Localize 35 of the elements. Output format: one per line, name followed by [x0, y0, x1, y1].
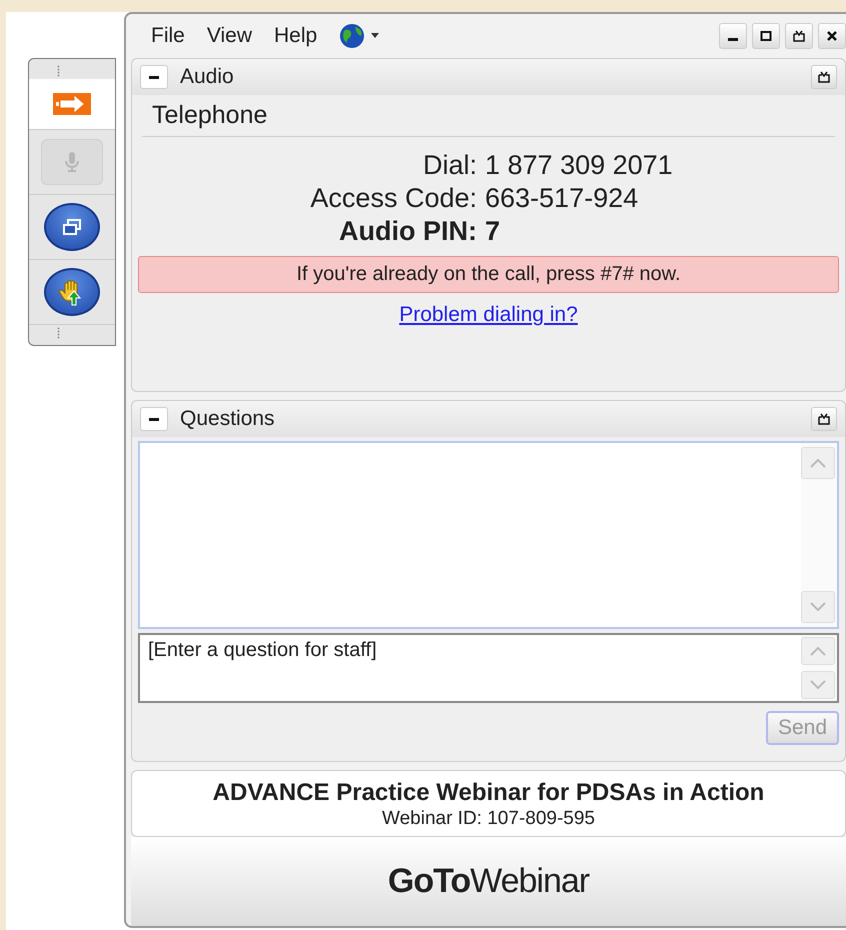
chevron-down-icon	[809, 602, 827, 612]
detail-label: Audio PIN:	[338, 215, 477, 248]
undock-button[interactable]	[811, 65, 837, 89]
panel-title: Questions	[180, 407, 275, 431]
notice-banner: If you're already on the call, press #7# now.	[138, 256, 839, 293]
collapse-button[interactable]	[140, 407, 168, 431]
chevron-up-icon	[809, 646, 827, 656]
detail-value: 7	[485, 215, 502, 248]
webinar-id: Webinar ID: 107-809-595	[381, 808, 596, 830]
detail-value: 1 877 309 2071	[485, 149, 674, 182]
menu-item[interactable]: Help	[274, 24, 318, 48]
minimize-button[interactable]	[719, 23, 747, 49]
menu-item[interactable]: View	[206, 24, 252, 48]
close-button[interactable]	[818, 23, 846, 49]
menu-item[interactable]: File	[151, 24, 185, 48]
brand-logo: GoToWebinar	[388, 862, 590, 901]
detail-label: Access Code:	[309, 182, 477, 215]
close-icon	[826, 30, 838, 42]
undock-button[interactable]	[811, 407, 837, 431]
audio-mode-label: Telephone	[142, 101, 835, 137]
arrow-tool-button[interactable]	[53, 93, 91, 115]
microphone-icon	[64, 151, 80, 173]
panel-title: Audio	[180, 65, 234, 89]
chevron-down-icon	[809, 680, 827, 690]
detail-value: 663-517-924	[485, 182, 640, 215]
maximize-button[interactable]	[752, 23, 780, 49]
chevron-up-icon	[809, 458, 827, 468]
problem-dialing-link[interactable]: Problem dialing in?	[399, 303, 578, 326]
detail-label: Dial:	[422, 149, 477, 182]
minimize-icon	[728, 38, 738, 41]
webinar-title: ADVANCE Practice Webinar for PDSAs in Action	[212, 778, 766, 808]
maximize-icon	[760, 30, 772, 42]
windows-icon	[62, 218, 82, 236]
undock-button[interactable]	[785, 23, 813, 49]
collapse-button[interactable]	[140, 65, 168, 89]
